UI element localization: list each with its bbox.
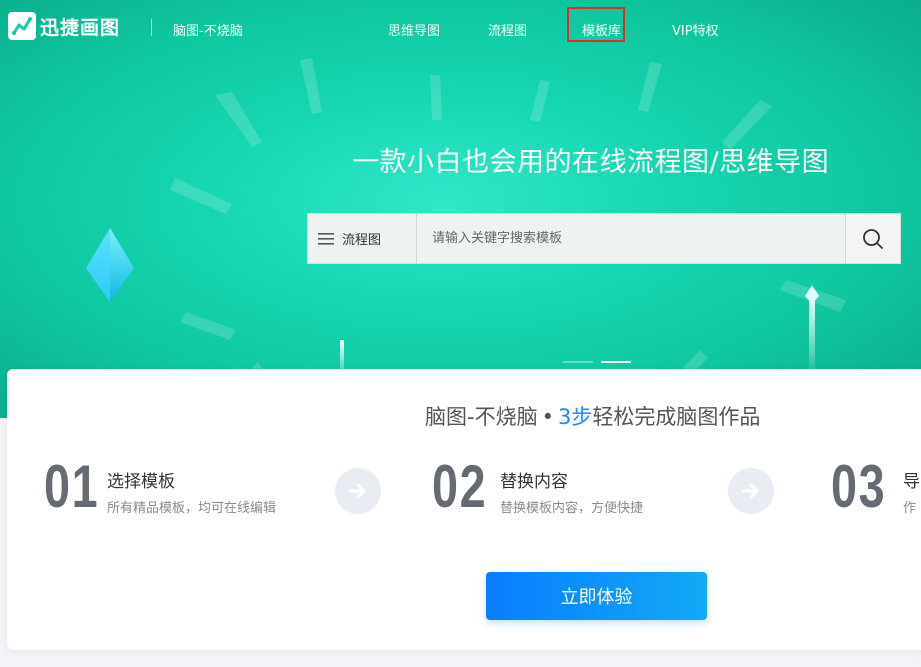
step-2-desc: 替换模板内容，方便快捷 <box>500 501 644 516</box>
chart-logo-icon <box>8 12 36 40</box>
search-input[interactable] <box>418 214 848 263</box>
arrow-right-icon <box>728 468 774 514</box>
carousel-dot-1[interactable] <box>563 361 593 363</box>
nav-templates[interactable]: 模板库 <box>582 20 621 39</box>
step-1-desc: 所有精品模板，均可在线编辑 <box>107 501 277 516</box>
nav-flowchart[interactable]: 流程图 <box>488 20 527 39</box>
step-2-number: 02 <box>432 453 488 520</box>
arrow-right-icon <box>335 468 381 514</box>
brand-logo[interactable]: 迅捷画图 <box>8 12 120 40</box>
steps-section-title: 脑图-不烧脑 • 3步轻松完成脑图作品 <box>425 401 760 431</box>
try-now-button[interactable]: 立即体验 <box>486 572 707 620</box>
search-button[interactable] <box>845 214 900 263</box>
brand-name: 迅捷画图 <box>40 16 121 39</box>
hero-background-art <box>86 58 846 404</box>
title-suffix: 轻松完成脑图作品 <box>592 405 761 429</box>
step-3-title: 导 <box>903 472 920 492</box>
search-category-label: 流程图 <box>342 233 382 248</box>
title-dot: • <box>541 405 554 429</box>
step-3-desc: 作 <box>903 501 917 516</box>
menu-icon <box>318 232 334 245</box>
brand-slogan: 脑图-不烧脑 <box>173 24 243 39</box>
step-1-number: 01 <box>44 453 100 520</box>
step-1-title: 选择模板 <box>107 472 175 492</box>
title-prefix: 脑图-不烧脑 <box>425 405 538 429</box>
hero-banner: 迅捷画图 脑图-不烧脑 思维导图 流程图 模板库 VIP特权 一款小白也会用的在… <box>0 0 921 418</box>
nav-vip[interactable]: VIP特权 <box>672 20 719 39</box>
steps-card: 脑图-不烧脑 • 3步轻松完成脑图作品 01 选择模板 所有精品模板，均可在线编辑 … <box>7 369 921 650</box>
step-3-number: 03 <box>831 453 887 520</box>
template-search-bar: 流程图 <box>307 213 901 264</box>
top-navigation-bar: 迅捷画图 脑图-不烧脑 思维导图 流程图 模板库 VIP特权 <box>0 0 921 55</box>
header-divider <box>151 19 152 36</box>
search-icon <box>863 228 883 249</box>
title-highlight: 3步 <box>557 405 593 429</box>
step-2-title: 替换内容 <box>500 472 568 492</box>
hero-headline: 一款小白也会用的在线流程图/思维导图 <box>352 147 830 178</box>
carousel-dot-2[interactable] <box>601 361 631 363</box>
nav-mindmap[interactable]: 思维导图 <box>388 20 440 39</box>
search-category-dropdown[interactable]: 流程图 <box>308 214 417 263</box>
